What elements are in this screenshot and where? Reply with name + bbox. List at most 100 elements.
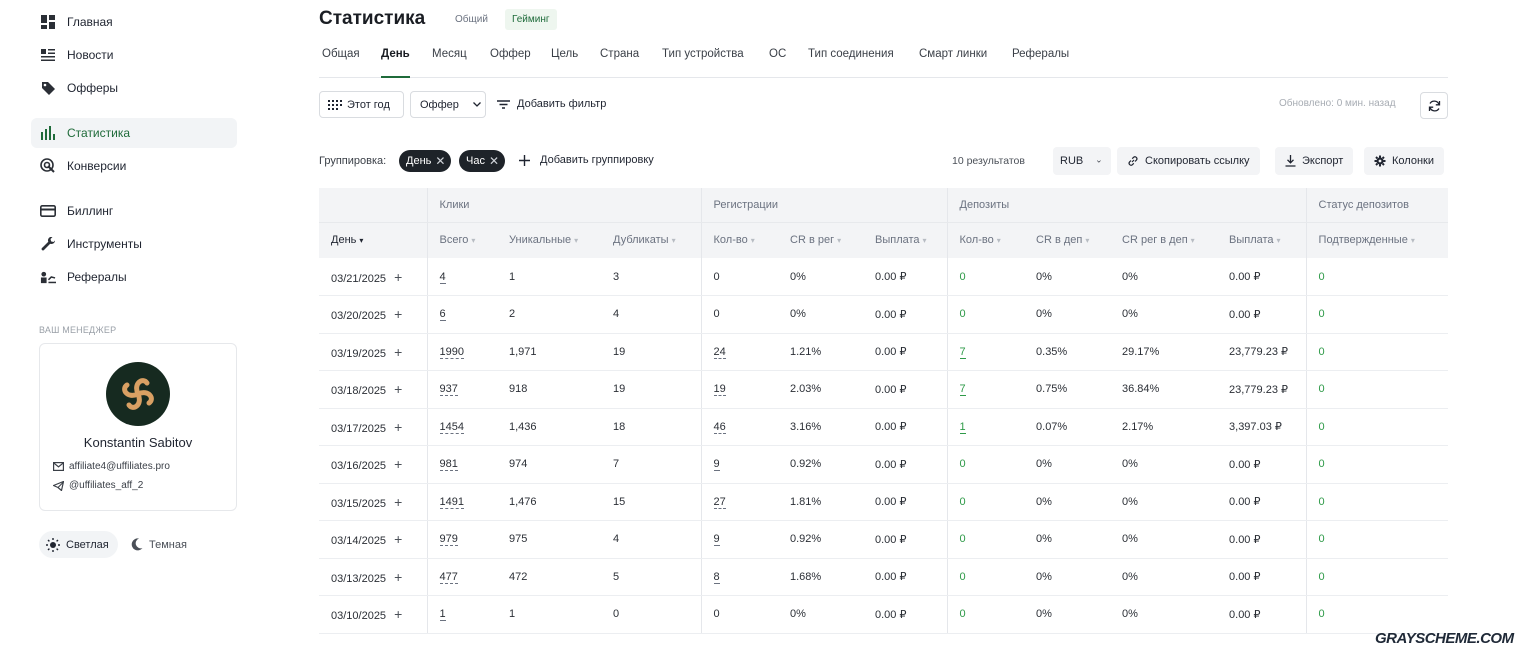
table-group-deposit-status: Статус депозитов xyxy=(1305,188,1448,223)
period-filter-button[interactable]: Этот год xyxy=(319,91,404,118)
drilldown-link[interactable]: 937 xyxy=(439,383,458,397)
cell-value: 0.07% xyxy=(1036,420,1068,433)
manager-email: affiliate4@uffiliates.pro xyxy=(69,461,170,472)
cell-value: 03/18/2025 xyxy=(331,385,387,398)
cell-value: 0.00 ₽ xyxy=(1229,308,1261,321)
expand-row-icon[interactable]: + xyxy=(394,569,402,585)
drilldown-link[interactable]: 9 xyxy=(713,533,720,547)
drilldown-link[interactable]: 9 xyxy=(713,458,720,472)
table-cell: 03/21/2025 + xyxy=(319,258,427,296)
sidebar-item-statistics[interactable]: Статистика xyxy=(31,118,237,148)
cell-value: 4 xyxy=(613,308,620,321)
tab-os[interactable]: ОС xyxy=(769,48,786,78)
column-header[interactable]: Выплата ▾ xyxy=(863,222,948,258)
table-cell: 3.16% xyxy=(778,408,863,446)
table-cell: 0 xyxy=(946,558,1025,596)
sidebar-item-home[interactable]: Главная xyxy=(31,7,237,37)
theme-light-button[interactable]: Светлая xyxy=(39,531,118,558)
tab-device-type[interactable]: Тип устройства xyxy=(662,48,744,78)
expand-row-icon[interactable]: + xyxy=(394,419,402,435)
drilldown-link[interactable]: 7 xyxy=(959,383,966,397)
cell-value: 7 xyxy=(613,458,620,471)
tab-smart-links[interactable]: Смарт линки xyxy=(919,48,987,78)
sidebar-item-conversions[interactable]: Конверсии xyxy=(31,151,237,181)
tab-country[interactable]: Страна xyxy=(600,48,639,78)
tab-referrals[interactable]: Рефералы xyxy=(1012,48,1069,78)
tab-general[interactable]: Общая xyxy=(322,48,360,78)
manager-email-line[interactable]: affiliate4@uffiliates.pro xyxy=(53,461,170,472)
drilldown-link[interactable]: 979 xyxy=(439,533,458,547)
column-header[interactable]: Кол-во ▾ xyxy=(700,222,778,258)
column-header[interactable]: Уникальные ▾ xyxy=(497,222,601,258)
close-icon[interactable]: ✕ xyxy=(489,154,499,168)
drilldown-link[interactable]: 981 xyxy=(439,458,458,472)
column-header[interactable]: CR в деп ▾ xyxy=(1024,222,1111,258)
drilldown-link[interactable]: 24 xyxy=(713,345,726,359)
news-icon xyxy=(40,47,56,63)
tab-offer[interactable]: Оффер xyxy=(490,48,531,78)
manager-telegram-line[interactable]: @uffiliates_aff_2 xyxy=(53,480,143,491)
column-header-label: Подтвержденные xyxy=(1318,234,1408,247)
avatar xyxy=(106,362,170,426)
drilldown-link[interactable]: 19 xyxy=(713,383,726,397)
column-header[interactable]: Всего ▾ xyxy=(426,222,497,258)
table-cell: 03/16/2025 + xyxy=(319,445,427,484)
offer-filter-select[interactable]: Оффер xyxy=(410,91,486,118)
column-header[interactable]: Выплата ▾ xyxy=(1217,222,1307,258)
mode-general-tab[interactable]: Общий xyxy=(449,9,494,30)
column-header[interactable]: Дубликаты ▾ xyxy=(601,222,701,258)
currency-select[interactable]: RUB xyxy=(1053,147,1111,175)
expand-row-icon[interactable]: + xyxy=(394,456,402,472)
drilldown-link[interactable]: 4 xyxy=(439,270,446,284)
cell-value: 0.92% xyxy=(790,533,822,546)
cell-value: 975 xyxy=(509,533,528,546)
column-header[interactable]: CR в рег ▾ xyxy=(778,222,863,258)
column-header[interactable]: Кол-во ▾ xyxy=(946,222,1025,258)
sidebar-item-news[interactable]: Новости xyxy=(31,40,237,70)
drilldown-link[interactable]: 46 xyxy=(713,420,726,434)
drilldown-link[interactable]: 1 xyxy=(959,420,966,434)
expand-row-icon[interactable]: + xyxy=(394,306,402,322)
close-icon[interactable]: ✕ xyxy=(435,154,445,168)
add-grouping-button[interactable]: Добавить группировку xyxy=(519,154,654,166)
drilldown-link[interactable]: 8 xyxy=(713,570,720,584)
cell-value: 1.68% xyxy=(790,570,822,583)
expand-row-icon[interactable]: + xyxy=(394,269,402,285)
column-header-day[interactable]: День ▾ xyxy=(319,222,427,258)
theme-dark-button[interactable]: Темная xyxy=(131,531,187,558)
tab-goal[interactable]: Цель xyxy=(551,48,578,78)
sidebar-item-referrals[interactable]: Рефералы xyxy=(31,262,237,292)
column-header[interactable]: CR рег в деп ▾ xyxy=(1110,222,1218,258)
refresh-button[interactable] xyxy=(1420,92,1448,119)
drilldown-link[interactable]: 1454 xyxy=(439,420,464,434)
cell-value: 03/16/2025 xyxy=(331,460,387,473)
sidebar-item-offers[interactable]: Офферы xyxy=(31,73,237,103)
expand-row-icon[interactable]: + xyxy=(394,381,402,397)
drilldown-link[interactable]: 27 xyxy=(713,495,726,509)
drilldown-link[interactable]: 1491 xyxy=(439,495,464,509)
sidebar-item-tools[interactable]: Инструменты xyxy=(31,229,237,259)
tab-month[interactable]: Месяц xyxy=(432,48,467,78)
column-header[interactable]: Подтвержденные ▾ xyxy=(1305,222,1448,258)
cell-value: 19 xyxy=(613,383,626,396)
drilldown-link[interactable]: 1990 xyxy=(439,345,464,359)
expand-row-icon[interactable]: + xyxy=(394,344,402,360)
expand-row-icon[interactable]: + xyxy=(394,531,402,547)
export-button[interactable]: Экспорт xyxy=(1275,147,1354,175)
cell-value: 0.00 ₽ xyxy=(1229,458,1261,471)
expand-row-icon[interactable]: + xyxy=(394,494,402,510)
add-filter-button[interactable]: Добавить фильтр xyxy=(497,98,606,110)
sidebar-item-billing[interactable]: Биллинг xyxy=(31,196,237,226)
tab-connection-type[interactable]: Тип соединения xyxy=(808,48,894,78)
drilldown-link[interactable]: 1 xyxy=(439,608,446,622)
drilldown-link[interactable]: 477 xyxy=(439,570,458,584)
cell-value: 0 xyxy=(959,495,966,508)
cell-value: 0 xyxy=(1318,383,1325,396)
copy-link-button[interactable]: Скопировать ссылку xyxy=(1117,147,1260,175)
mode-gaming-tab[interactable]: Гейминг xyxy=(505,9,557,30)
expand-row-icon[interactable]: + xyxy=(394,606,402,622)
tab-day[interactable]: День xyxy=(381,48,410,78)
drilldown-link[interactable]: 7 xyxy=(959,345,966,359)
drilldown-link[interactable]: 6 xyxy=(439,308,446,322)
columns-button[interactable]: Колонки xyxy=(1364,147,1444,175)
